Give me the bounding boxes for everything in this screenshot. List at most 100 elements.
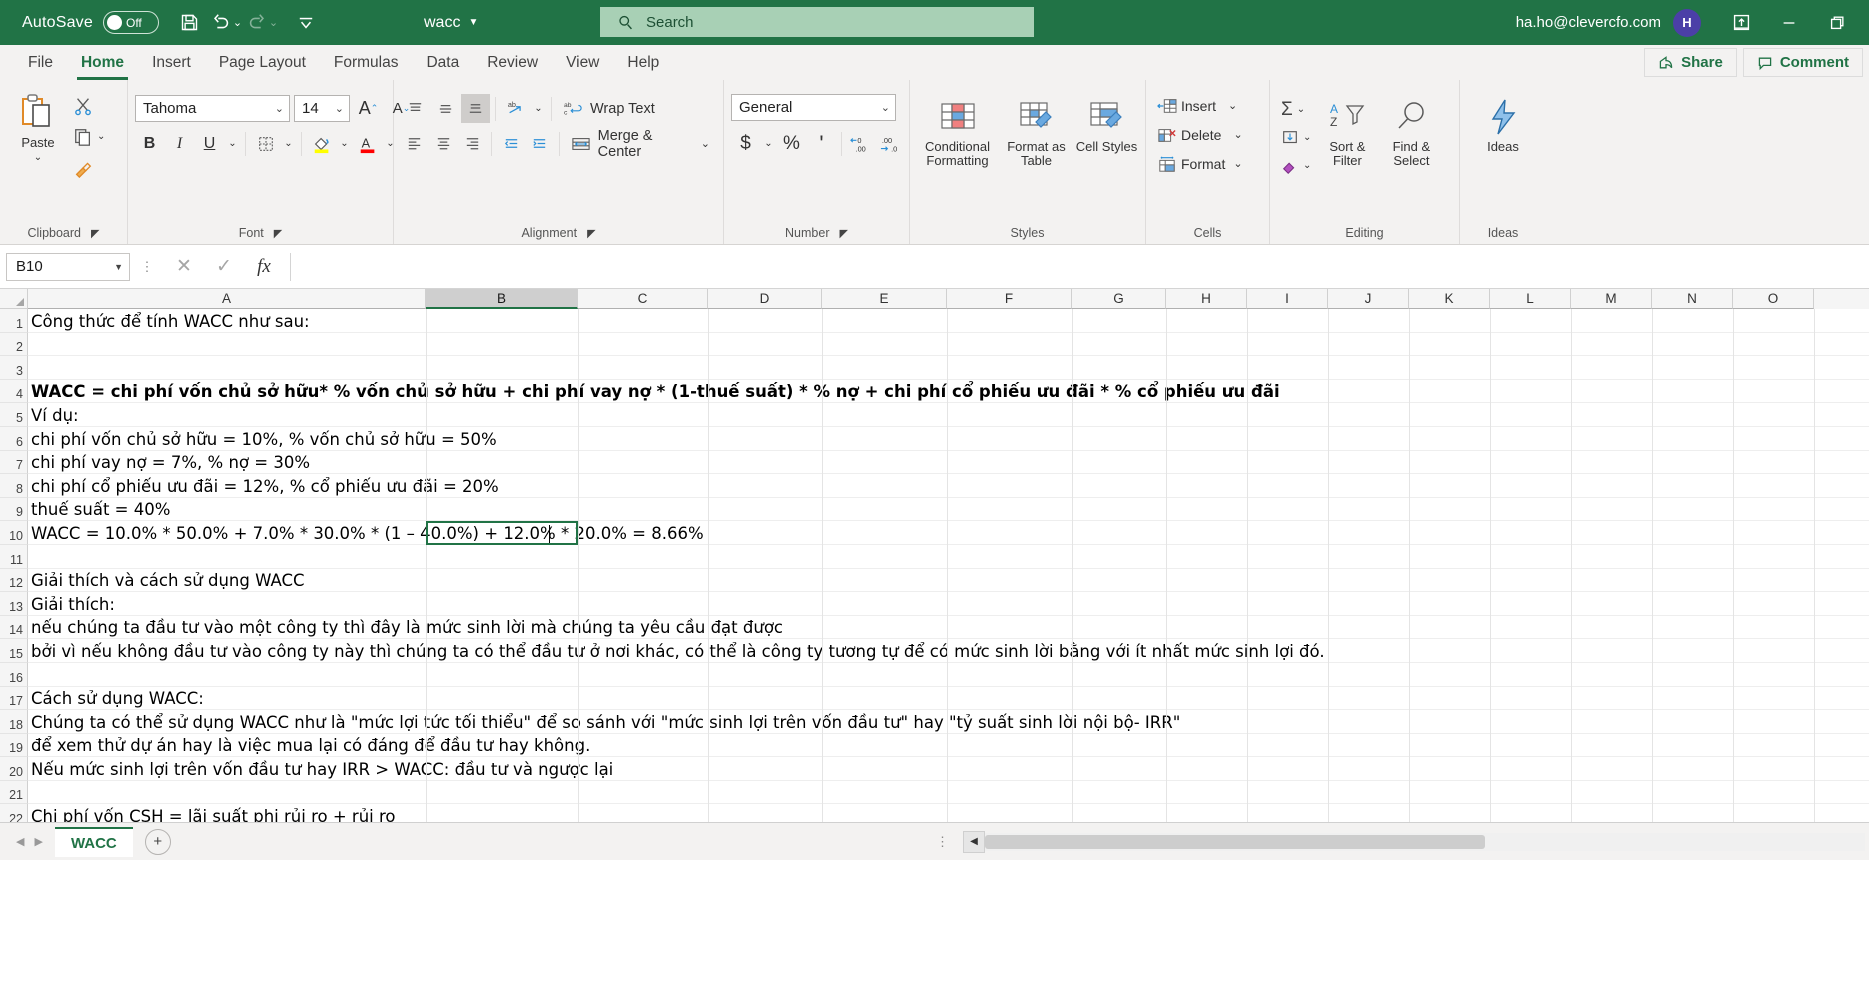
row-header-19[interactable]: 19	[0, 734, 28, 758]
wrap-text-button[interactable]: ab c Wrap Text	[557, 94, 661, 123]
text-orientation-icon[interactable]: ab	[501, 94, 530, 123]
row-header-5[interactable]: 5	[0, 403, 28, 427]
row-header-4[interactable]: 4	[0, 380, 28, 404]
cell-A9[interactable]: thuế suất = 40%	[28, 498, 1869, 522]
merge-center-button[interactable]: Merge & Center ⌄	[565, 129, 716, 158]
column-header-L[interactable]: L	[1490, 289, 1571, 309]
cancel-icon[interactable]: ✕	[164, 252, 204, 282]
chevron-down-icon[interactable]: ▼	[468, 17, 478, 28]
merge-chevron-down-icon[interactable]: ⌄	[701, 137, 710, 150]
fill-color-icon[interactable]	[307, 129, 336, 158]
grow-font-icon[interactable]: A⌃	[354, 94, 383, 123]
insert-cells-button[interactable]: Insert ⌄	[1153, 92, 1247, 119]
cell-A18[interactable]: Chúng ta có thể sử dụng WACC như là "mức…	[28, 710, 1869, 734]
cell-A5[interactable]: Ví dụ:	[28, 403, 1869, 427]
cell-A20[interactable]: Nếu mức sinh lợi trên vốn đầu tư hay IRR…	[28, 757, 1869, 781]
fill-button[interactable]: ⌄	[1277, 124, 1315, 151]
row-header-20[interactable]: 20	[0, 757, 28, 781]
row-header-8[interactable]: 8	[0, 474, 28, 498]
redo-icon[interactable]: ⌄	[245, 7, 279, 39]
enter-checkmark-icon[interactable]: ✓	[204, 252, 244, 282]
copy-button[interactable]: ⌄	[69, 123, 109, 150]
accounting-chevron-down-icon[interactable]: ⌄	[761, 129, 776, 158]
cell-A3[interactable]	[28, 356, 1869, 380]
comment-button[interactable]: Comment	[1743, 48, 1863, 77]
column-header-E[interactable]: E	[822, 289, 947, 309]
add-sheet-icon[interactable]: +	[145, 829, 171, 855]
column-header-I[interactable]: I	[1247, 289, 1328, 309]
autosave-toggle[interactable]: Off	[103, 11, 159, 34]
clear-chevron-down-icon[interactable]: ⌄	[1303, 160, 1311, 171]
cell-A6[interactable]: chi phí vốn chủ sở hữu = 10%, % vốn chủ …	[28, 427, 1869, 451]
cell-styles-button[interactable]: Cell Styles	[1076, 90, 1138, 154]
column-header-B[interactable]: B	[426, 289, 578, 309]
fill-chevron-down-icon[interactable]: ⌄	[1303, 132, 1311, 143]
cell-A4[interactable]: WACC = chi phí vốn chủ sở hữu* % vốn chủ…	[28, 380, 1869, 404]
tab-file[interactable]: File	[14, 45, 67, 80]
underline-chevron-down-icon[interactable]: ⌄	[225, 129, 240, 158]
cell-A10[interactable]: WACC = 10.0% * 50.0% + 7.0% * 30.0% * (1…	[28, 521, 1869, 545]
ideas-button[interactable]: Ideas	[1472, 90, 1534, 154]
column-header-D[interactable]: D	[708, 289, 822, 309]
save-icon[interactable]	[173, 7, 207, 39]
scroll-grip[interactable]: ⋮	[936, 834, 949, 850]
scroll-left-icon[interactable]: ◀	[963, 831, 985, 853]
align-right-icon[interactable]	[459, 129, 487, 158]
horizontal-scrollbar-thumb[interactable]	[985, 835, 1485, 849]
column-header-G[interactable]: G	[1072, 289, 1166, 309]
alignment-dialog-launcher-icon[interactable]: ◤	[587, 227, 595, 240]
select-all-corner[interactable]	[0, 289, 28, 309]
decrease-decimal-icon[interactable]: .00 .0	[877, 129, 906, 158]
fill-color-chevron-down-icon[interactable]: ⌄	[337, 129, 352, 158]
row-header-11[interactable]: 11	[0, 545, 28, 569]
column-header-N[interactable]: N	[1652, 289, 1733, 309]
comma-style-icon[interactable]: '	[807, 129, 836, 158]
percent-style-icon[interactable]: %	[777, 129, 806, 158]
italic-button[interactable]: I	[165, 129, 194, 158]
row-header-16[interactable]: 16	[0, 663, 28, 687]
cell-A7[interactable]: chi phí vay nợ = 7%, % nợ = 30%	[28, 451, 1869, 475]
underline-button[interactable]: U	[195, 129, 224, 158]
row-header-14[interactable]: 14	[0, 616, 28, 640]
insert-chevron-down-icon[interactable]: ⌄	[1228, 99, 1237, 112]
accounting-number-format-icon[interactable]: $	[731, 129, 760, 158]
row-header-1[interactable]: 1	[0, 309, 28, 333]
tab-formulas[interactable]: Formulas	[320, 45, 413, 80]
row-header-7[interactable]: 7	[0, 451, 28, 475]
share-button[interactable]: Share	[1644, 48, 1737, 77]
previous-sheet-icon[interactable]: ◀	[16, 835, 24, 848]
column-header-M[interactable]: M	[1571, 289, 1652, 309]
cell-A8[interactable]: chi phí cổ phiếu ưu đãi = 12%, % cổ phiế…	[28, 474, 1869, 498]
row-header-17[interactable]: 17	[0, 687, 28, 711]
copy-chevron-down-icon[interactable]: ⌄	[97, 131, 105, 142]
row-header-21[interactable]: 21	[0, 781, 28, 805]
column-header-C[interactable]: C	[578, 289, 708, 309]
search-box[interactable]: Search	[600, 7, 1034, 37]
sort-filter-button[interactable]: A Z Sort & Filter	[1315, 90, 1379, 169]
cell-A14[interactable]: nếu chúng ta đầu tư vào một công ty thì …	[28, 616, 1869, 640]
borders-chevron-down-icon[interactable]: ⌄	[281, 129, 296, 158]
align-middle-icon[interactable]	[431, 94, 460, 123]
font-size-chevron-down-icon[interactable]: ⌄	[335, 102, 344, 115]
number-format-chevron-down-icon[interactable]: ⌄	[881, 101, 890, 114]
column-header-A[interactable]: A	[28, 289, 426, 309]
column-header-H[interactable]: H	[1166, 289, 1247, 309]
cell-A19[interactable]: để xem thử dự án hay là việc mua lại có …	[28, 734, 1869, 758]
align-top-icon[interactable]	[401, 94, 430, 123]
name-box[interactable]: B10 ▼	[6, 253, 130, 281]
tab-help[interactable]: Help	[613, 45, 673, 80]
avatar[interactable]: H	[1673, 9, 1701, 37]
number-dialog-launcher-icon[interactable]: ◤	[840, 227, 848, 240]
row-header-6[interactable]: 6	[0, 427, 28, 451]
conditional-formatting-button[interactable]: Conditional Formatting	[918, 90, 998, 169]
cell-A11[interactable]	[28, 545, 1869, 569]
cell-A2[interactable]	[28, 333, 1869, 357]
autosum-button[interactable]: Σ ⌄	[1277, 96, 1315, 123]
row-header-13[interactable]: 13	[0, 592, 28, 616]
name-box-chevron-down-icon[interactable]: ▼	[114, 262, 123, 272]
align-bottom-icon[interactable]	[461, 94, 490, 123]
row-header-3[interactable]: 3	[0, 356, 28, 380]
format-chevron-down-icon[interactable]: ⌄	[1233, 157, 1242, 170]
cell-A15[interactable]: bởi vì nếu không đầu tư vào công ty này …	[28, 639, 1869, 663]
cell-A22[interactable]: Chi phí vốn CSH = lãi suất phi rủi ro + …	[28, 804, 1869, 822]
